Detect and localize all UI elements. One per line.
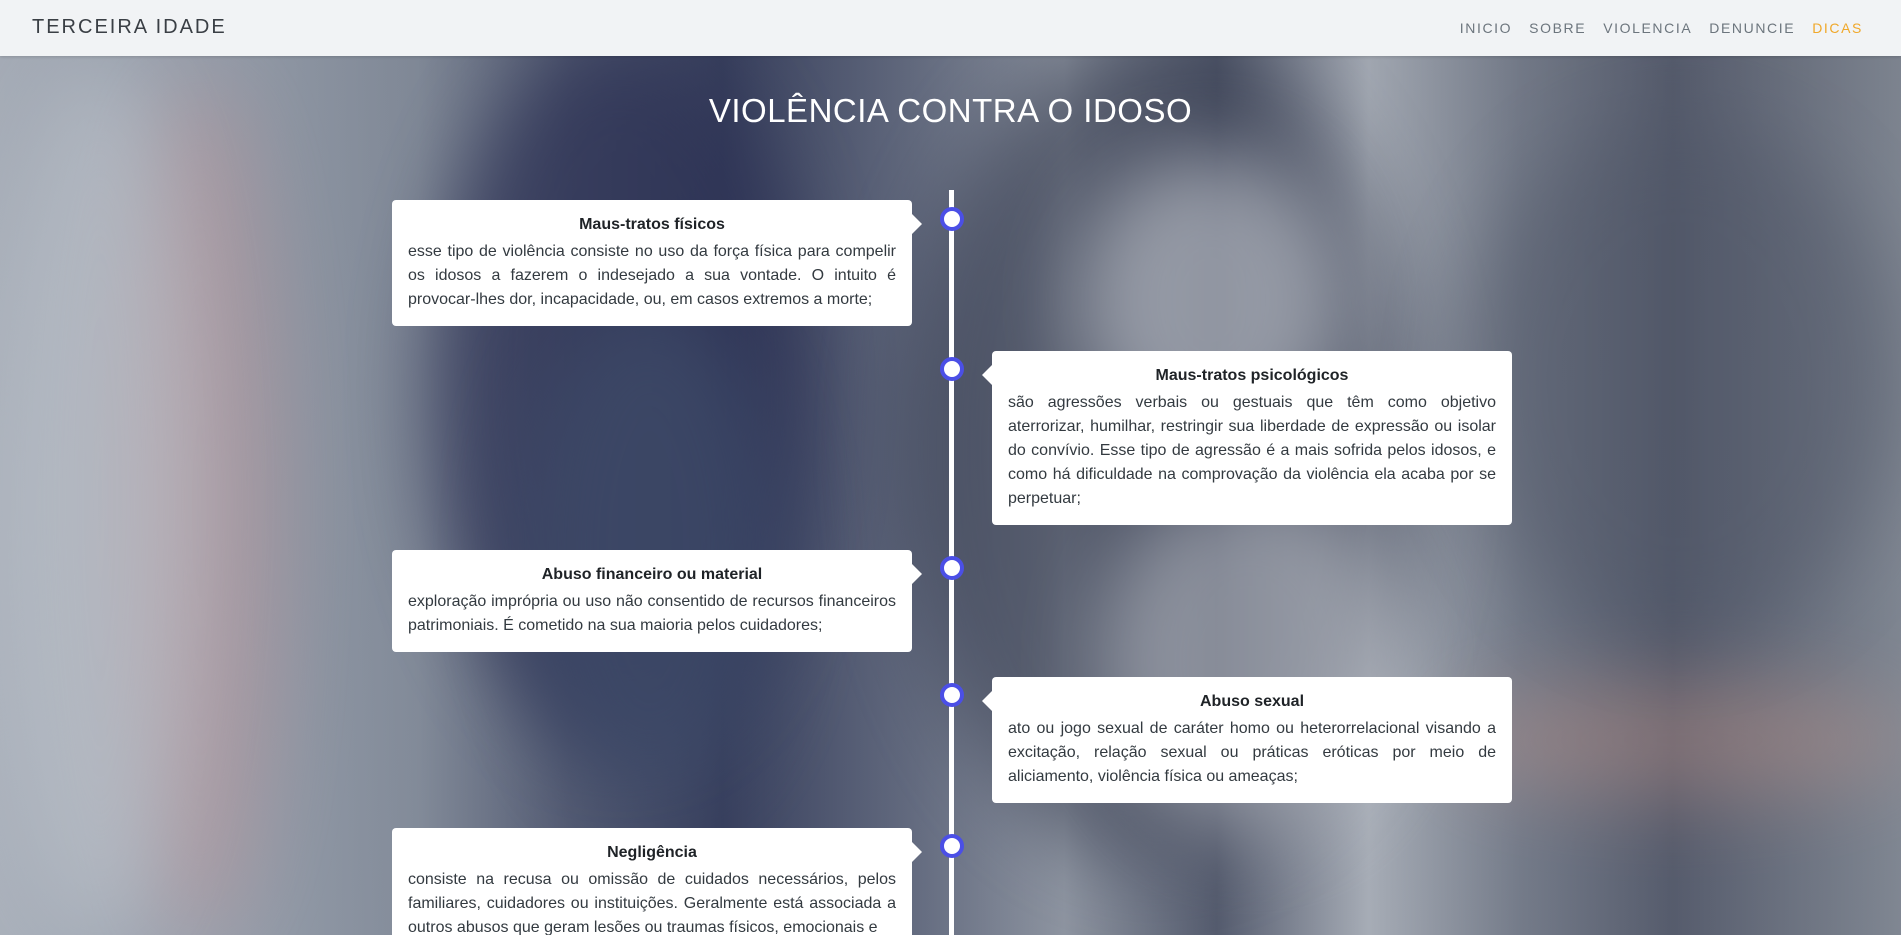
- card-text: esse tipo de violência consiste no uso d…: [408, 243, 896, 308]
- timeline-card-abuso-sexual: Abuso sexual ato ou jogo sexual de carát…: [982, 677, 1512, 803]
- nav-link-dicas[interactable]: DICAS: [1812, 20, 1863, 36]
- timeline-card-maus-tratos-psicologicos: Maus-tratos psicológicos são agressões v…: [982, 351, 1512, 525]
- timeline-dot: [940, 834, 964, 858]
- nav-menu: INICIO SOBRE VIOLENCIA DENUNCIE DICAS: [1460, 20, 1863, 36]
- timeline-dot: [940, 683, 964, 707]
- timeline-dot: [940, 556, 964, 580]
- navbar: TERCEIRA IDADE INICIO SOBRE VIOLENCIA DE…: [0, 0, 1901, 56]
- card-title: Negligência: [607, 844, 697, 861]
- card-title: Abuso sexual: [1199, 693, 1305, 710]
- brand-logo[interactable]: TERCEIRA IDADE: [32, 16, 227, 39]
- card-title: Abuso financeiro ou material: [541, 566, 763, 583]
- card-text: consiste na recusa ou omissão de cuidado…: [408, 871, 896, 935]
- timeline-card-negligencia: Negligência consiste na recusa ou omissã…: [392, 828, 922, 935]
- nav-link-violencia[interactable]: VIOLENCIA: [1603, 20, 1692, 36]
- card-title: Maus-tratos psicológicos: [1155, 367, 1349, 384]
- card-text: ato ou jogo sexual de caráter homo ou he…: [1008, 720, 1496, 785]
- timeline-dot: [940, 357, 964, 381]
- timeline-dot: [940, 207, 964, 231]
- card-text: exploração imprópria ou uso não consenti…: [408, 593, 896, 634]
- timeline-card-maus-tratos-fisicos: Maus-tratos físicos esse tipo de violênc…: [392, 200, 922, 326]
- nav-link-inicio[interactable]: INICIO: [1460, 20, 1512, 36]
- nav-link-denuncie[interactable]: DENUNCIE: [1709, 20, 1795, 36]
- timeline-card-abuso-financeiro: Abuso financeiro ou material exploração …: [392, 550, 922, 652]
- card-title: Maus-tratos físicos: [579, 216, 725, 233]
- page-title: VIOLÊNCIA CONTRA O IDOSO: [708, 92, 1193, 129]
- card-text: são agressões verbais ou gestuais que tê…: [1008, 394, 1496, 507]
- nav-link-sobre[interactable]: SOBRE: [1529, 20, 1586, 36]
